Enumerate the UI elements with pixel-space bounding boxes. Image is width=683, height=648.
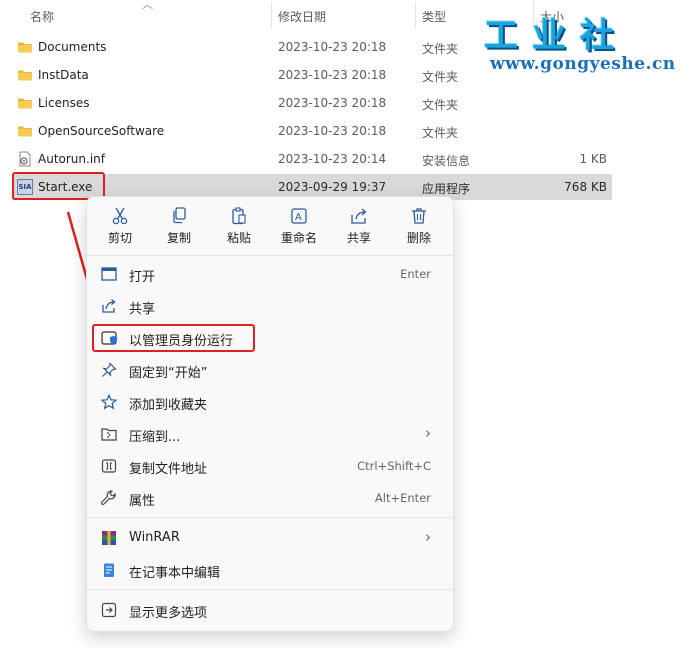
share-icon <box>101 298 117 314</box>
share-icon <box>349 207 369 225</box>
svg-text:A: A <box>295 212 302 223</box>
menu-item-share[interactable]: 共享 <box>93 291 445 321</box>
menu-item-label: 添加到收藏夹 <box>129 398 208 413</box>
menu-item-label: 压缩到... <box>129 430 181 445</box>
notepad-icon <box>101 562 117 578</box>
menu-item-more-options[interactable]: 显示更多选项 <box>93 595 445 625</box>
menu-item-label: 打开 <box>129 270 156 285</box>
cut-icon <box>110 207 130 225</box>
menu-item-open[interactable]: 打开 Enter <box>93 259 445 289</box>
menu-item-edit-notepad[interactable]: 在记事本中编辑 <box>93 555 445 585</box>
zip-folder-icon <box>101 426 117 442</box>
cut-button[interactable]: 剪切 <box>95 207 145 247</box>
menu-item-label: 属性 <box>129 494 156 509</box>
menu-divider <box>87 589 453 590</box>
rename-icon: A <box>289 207 309 225</box>
cut-label: 剪切 <box>107 231 132 245</box>
open-icon <box>101 266 117 282</box>
wrench-icon <box>101 490 117 506</box>
copy-icon <box>169 207 189 225</box>
menu-item-label: 复制文件地址 <box>129 462 208 477</box>
menu-item-label: 固定到“开始” <box>129 366 208 381</box>
copy-label: 复制 <box>166 231 191 245</box>
paste-button[interactable]: 粘贴 <box>214 207 264 247</box>
copy-button[interactable]: 复制 <box>154 207 204 247</box>
copy-path-icon <box>101 458 117 474</box>
menu-item-shortcut: Alt+Enter <box>374 491 431 505</box>
menu-item-copy-path[interactable]: 复制文件地址 Ctrl+Shift+C <box>93 451 445 481</box>
rename-button[interactable]: A 重命名 <box>274 207 324 247</box>
menu-item-winrar[interactable]: WinRAR › <box>93 523 445 553</box>
menu-divider <box>87 255 453 256</box>
delete-label: 删除 <box>406 231 431 245</box>
menu-item-pin-to-start[interactable]: 固定到“开始” <box>93 355 445 385</box>
star-icon <box>101 394 117 410</box>
menu-item-label: 共享 <box>129 302 156 317</box>
menu-item-label: WinRAR <box>129 530 180 545</box>
rename-label: 重命名 <box>280 231 317 245</box>
menu-item-compress[interactable]: 压缩到... › <box>93 419 445 449</box>
menu-item-label: 在记事本中编辑 <box>129 566 221 581</box>
delete-icon <box>409 207 429 225</box>
menu-divider <box>87 517 453 518</box>
chevron-right-icon: › <box>425 528 431 546</box>
chevron-right-icon: › <box>425 424 431 442</box>
delete-button[interactable]: 删除 <box>394 207 444 247</box>
context-menu: 剪切 复制 粘贴 A 重命名 共享 删除 打开 Enter 共享 以管理员身份运… <box>86 196 454 632</box>
menu-item-shortcut: Enter <box>400 267 431 281</box>
pin-icon <box>101 362 117 378</box>
menu-item-shortcut: Ctrl+Shift+C <box>357 459 431 473</box>
paste-label: 粘贴 <box>226 231 251 245</box>
more-options-icon <box>101 602 117 618</box>
paste-icon <box>229 207 249 225</box>
share-quick-button[interactable]: 共享 <box>334 207 384 247</box>
share-label: 共享 <box>346 231 371 245</box>
winrar-icon <box>101 530 117 546</box>
menu-item-label: 显示更多选项 <box>129 606 208 621</box>
menu-item-properties[interactable]: 属性 Alt+Enter <box>93 483 445 513</box>
highlight-box-run-as-admin <box>92 324 255 352</box>
menu-item-add-favorites[interactable]: 添加到收藏夹 <box>93 387 445 417</box>
